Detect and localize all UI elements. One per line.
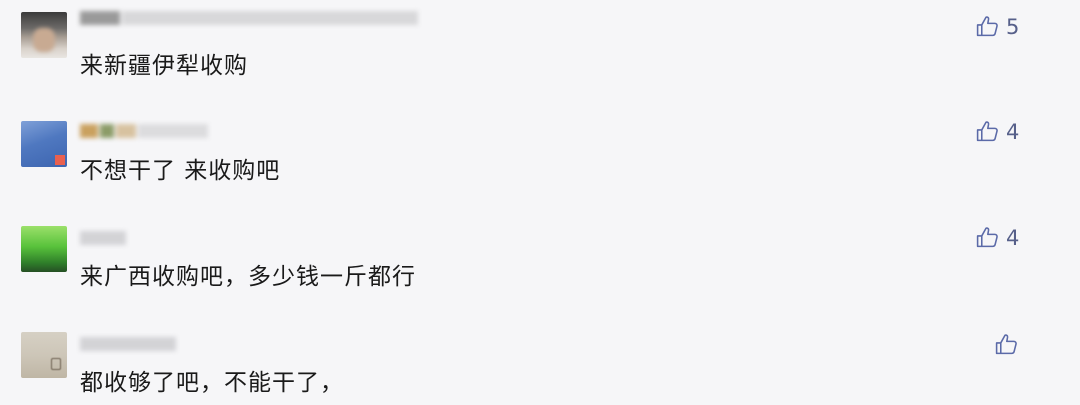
comment-text: 都收够了吧，不能干了， [80,370,344,396]
comment-item: 都收够了吧，不能干了， [0,0,1080,396]
like-button[interactable] [994,332,1025,357]
avatar[interactable] [21,121,67,167]
comment-text: 来广西收购吧，多少钱一斤都行 [80,264,416,290]
comment-text: 不想干了 来收购吧 [80,158,281,184]
like-button[interactable]: 4 [975,225,1019,250]
like-count: 4 [1006,119,1020,144]
thumbs-up-icon [976,121,998,142]
avatar[interactable] [21,332,67,378]
avatar[interactable] [21,226,67,272]
nickname-blurred [80,121,210,141]
like-count: 4 [1006,225,1020,250]
nickname-blurred [80,334,180,354]
like-button[interactable]: 4 [975,119,1019,144]
thumbs-up-icon [995,334,1017,355]
nickname-blurred [80,228,130,248]
thumbs-up-icon [976,227,998,248]
